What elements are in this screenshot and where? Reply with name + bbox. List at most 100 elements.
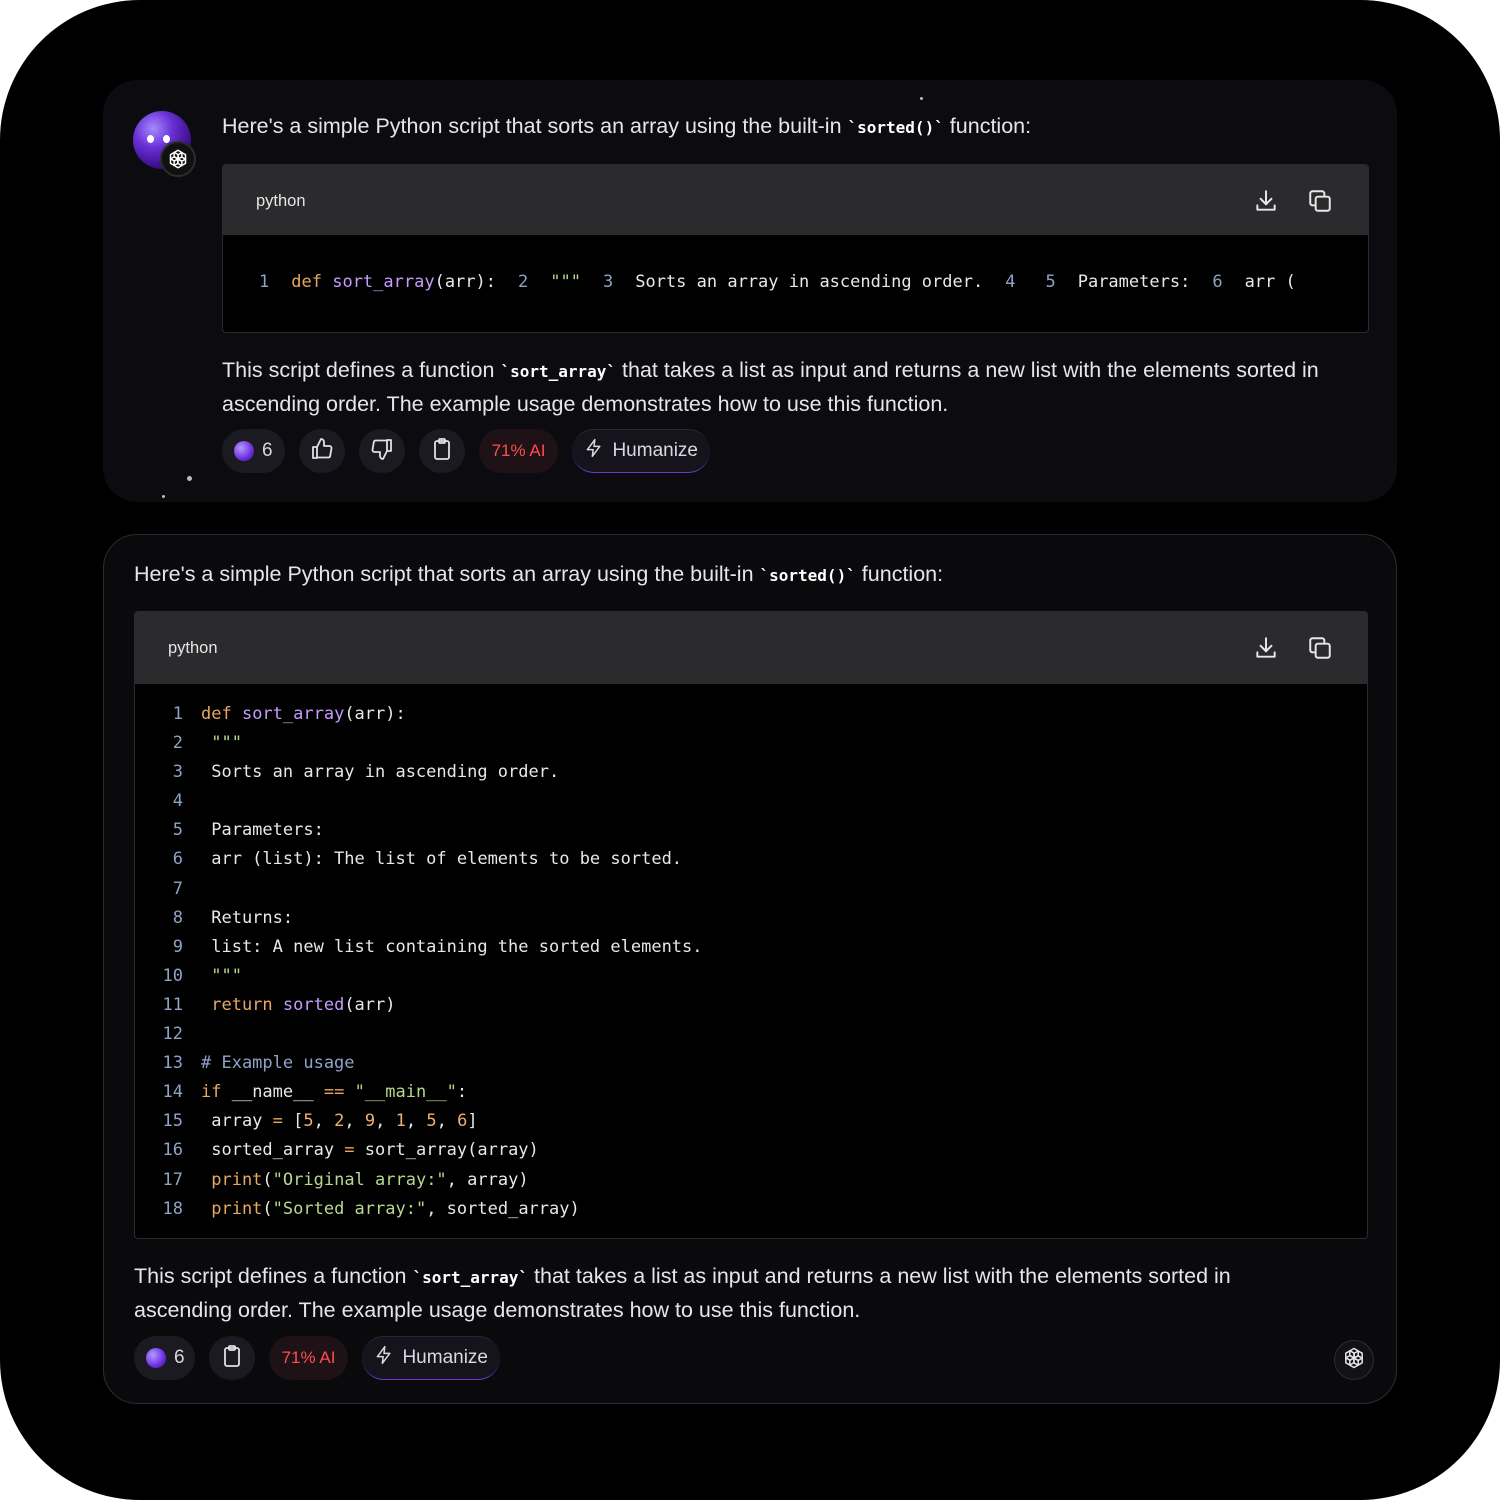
inline-code-sort-array: `sort_array` — [500, 362, 617, 381]
code-line: 7 — [135, 875, 703, 904]
inline-code-sorted: `sorted()` — [759, 566, 856, 585]
line-number: 6 — [172, 849, 183, 870]
code-token: if — [201, 1082, 232, 1103]
code-line: 1 def sort_array(arr): — [135, 700, 703, 729]
line-number: 1 — [172, 704, 183, 724]
code-line: 10 """ — [135, 962, 703, 991]
code-token: "__main__" — [344, 1082, 457, 1103]
code-token: = — [344, 1140, 355, 1161]
code-line: 18 print("Sorted array:", sorted_array) — [135, 1195, 703, 1224]
code-token: def — [201, 704, 242, 724]
code-token: __name__ — [231, 1082, 324, 1103]
code-token: sorted — [282, 994, 345, 1015]
code-line: 2 """ — [135, 729, 703, 758]
code-token: "Original array:" — [272, 1169, 447, 1190]
download-icon[interactable] — [1251, 186, 1281, 216]
clipboard-button[interactable] — [208, 1336, 255, 1380]
intro-text-end: function: — [943, 114, 1032, 138]
code-preview-line: 1 def sort_array(arr): 2 """ 3 Sorts an array… — [259, 272, 1296, 292]
thumbs-down-button[interactable] — [358, 429, 405, 473]
line-number: 7 — [172, 878, 183, 899]
inline-code-sorted: `sorted()` — [847, 118, 944, 137]
code-token: """ — [201, 733, 242, 754]
code-token: print — [201, 1198, 263, 1219]
code-line: 3 Sorts an array in ascending order. — [135, 758, 703, 787]
code-line: 4 — [135, 787, 703, 816]
code-token: 2 — [334, 1111, 345, 1132]
summary-text-start: This script defines a function — [222, 358, 501, 382]
line-number: 5 — [172, 820, 183, 841]
clipboard-icon — [430, 437, 454, 466]
code-line: 16 sorted_array = sort_array(array) — [135, 1136, 703, 1165]
humanize-label: Humanize — [402, 1347, 488, 1368]
line-number: 10 — [162, 965, 183, 986]
code-token: , sorted_array) — [426, 1198, 580, 1219]
line-number: 8 — [172, 907, 183, 928]
ai-score-badge[interactable]: 71% AI — [268, 1336, 349, 1380]
openai-logo-button[interactable] — [1334, 1340, 1374, 1380]
openai-logo-icon — [1342, 1346, 1366, 1375]
code-lines: 1 def sort_array(arr): 2 """ 3 Sorts an arr… — [135, 700, 703, 1224]
code-token: (arr): — [344, 704, 406, 724]
credits-pill[interactable]: 6 — [222, 429, 285, 473]
code-line: 9 list: A new list containing the sorted… — [135, 933, 703, 962]
clipboard-button[interactable] — [418, 429, 465, 473]
action-bar-expanded: 6 71% AI Humanize — [134, 1336, 500, 1380]
intro-text-start: Here's a simple Python script that sorts… — [222, 114, 848, 138]
line-number: 15 — [162, 1111, 183, 1132]
code-token: array — [201, 1111, 273, 1132]
line-number: 12 — [162, 1024, 183, 1045]
code-token: Sorts an array in ascending order. — [201, 762, 560, 783]
intro-text: Here's a simple Python script that sorts… — [134, 558, 1364, 592]
code-header: python — [223, 165, 1368, 235]
intro-text: Here's a simple Python script that sorts… — [222, 110, 1372, 144]
code-token: (arr) — [344, 994, 396, 1015]
code-line: 17 print("Original array:", array) — [135, 1166, 703, 1195]
summary-text-start: This script defines a function — [134, 1264, 413, 1288]
bolt-icon — [584, 438, 604, 464]
code-token: Parameters: — [201, 820, 324, 841]
code-token: , — [436, 1111, 458, 1132]
code-line: 12 — [135, 1020, 703, 1049]
line-number: 2 — [172, 733, 183, 754]
download-icon[interactable] — [1251, 633, 1281, 663]
code-block-collapsed: python 1 def sort_array(arr): 2 """ 3 Sorts a… — [222, 164, 1369, 333]
code-token: , — [375, 1111, 396, 1132]
intro-text-start: Here's a simple Python script that sorts… — [134, 562, 760, 586]
thumbs-up-button[interactable] — [298, 429, 345, 473]
code-token: ] — [467, 1111, 478, 1132]
humanize-button[interactable]: Humanize — [362, 1336, 500, 1380]
humanize-button[interactable]: Humanize — [572, 429, 710, 473]
code-line: 15 array = [5, 2, 9, 1, 5, 6] — [135, 1107, 703, 1136]
app-frame: Here's a simple Python script that sorts… — [0, 0, 1500, 1500]
line-number: 13 — [162, 1053, 183, 1074]
code-line: 8 Returns: — [135, 904, 703, 933]
code-line: 11 return sorted(arr) — [135, 991, 703, 1020]
credits-orb-icon — [234, 441, 254, 461]
code-token: arr (list): The list of elements to be s… — [201, 849, 683, 870]
code-token: sort_array(array) — [354, 1140, 539, 1161]
code-token: sorted_array — [201, 1140, 345, 1161]
code-token: print — [201, 1169, 263, 1190]
code-token: "Sorted array:" — [272, 1198, 427, 1219]
code-token: ( — [262, 1169, 273, 1190]
thumbs-down-icon — [370, 437, 394, 466]
code-token: 5 — [426, 1111, 437, 1132]
copy-icon[interactable] — [1305, 633, 1335, 663]
line-number: 11 — [162, 994, 183, 1015]
code-line: 13 # Example usage — [135, 1049, 703, 1078]
code-token: """ — [201, 965, 242, 986]
code-token: return — [201, 994, 283, 1015]
line-number: 18 — [162, 1198, 183, 1219]
code-token: [ — [282, 1111, 304, 1132]
line-number: 4 — [172, 791, 183, 812]
summary-text: This script defines a function `sort_arr… — [222, 354, 1372, 420]
decorative-dot — [162, 495, 165, 498]
humanize-label: Humanize — [612, 440, 698, 461]
copy-icon[interactable] — [1305, 186, 1335, 216]
ai-score-badge[interactable]: 71% AI — [478, 429, 559, 473]
credits-pill[interactable]: 6 — [134, 1336, 195, 1380]
code-token: , — [405, 1111, 427, 1132]
code-token: Returns: — [201, 907, 294, 928]
openai-logo-icon — [160, 141, 196, 177]
